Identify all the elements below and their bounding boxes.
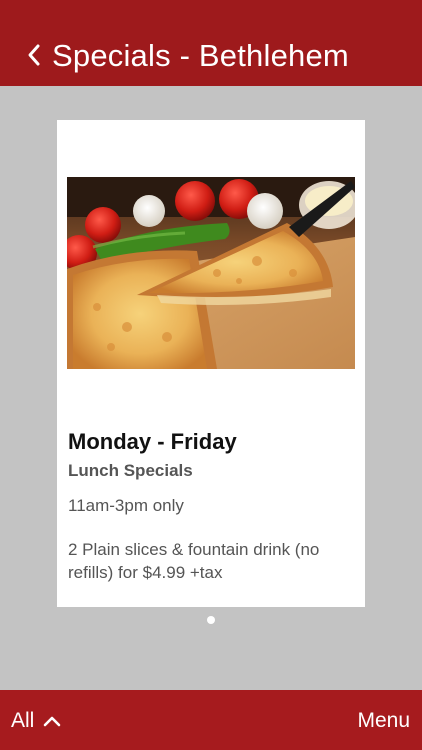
special-card[interactable]: Monday - Friday Lunch Specials 11am-3pm … (57, 120, 365, 607)
page-indicator (0, 614, 422, 626)
special-title: Lunch Specials (68, 461, 193, 480)
menu-button[interactable]: Menu (357, 708, 410, 734)
back-button[interactable] (20, 38, 48, 72)
all-locations-button[interactable]: All (11, 708, 62, 734)
menu-label: Menu (357, 709, 410, 732)
header-bar: Specials - Bethlehem (0, 0, 422, 86)
chevron-left-icon (28, 44, 40, 66)
footer-bar: All Menu (0, 690, 422, 750)
page-dot-active[interactable] (207, 616, 215, 624)
special-hours: 11am-3pm only (68, 496, 184, 515)
page-title: Specials - Bethlehem (52, 38, 349, 73)
chevron-up-icon (44, 716, 61, 727)
special-description: 2 Plain slices & fountain drink (no refi… (68, 540, 320, 582)
special-days-heading: Monday - Friday (68, 429, 237, 454)
all-label: All (11, 709, 35, 732)
pizza-photo (67, 177, 355, 369)
